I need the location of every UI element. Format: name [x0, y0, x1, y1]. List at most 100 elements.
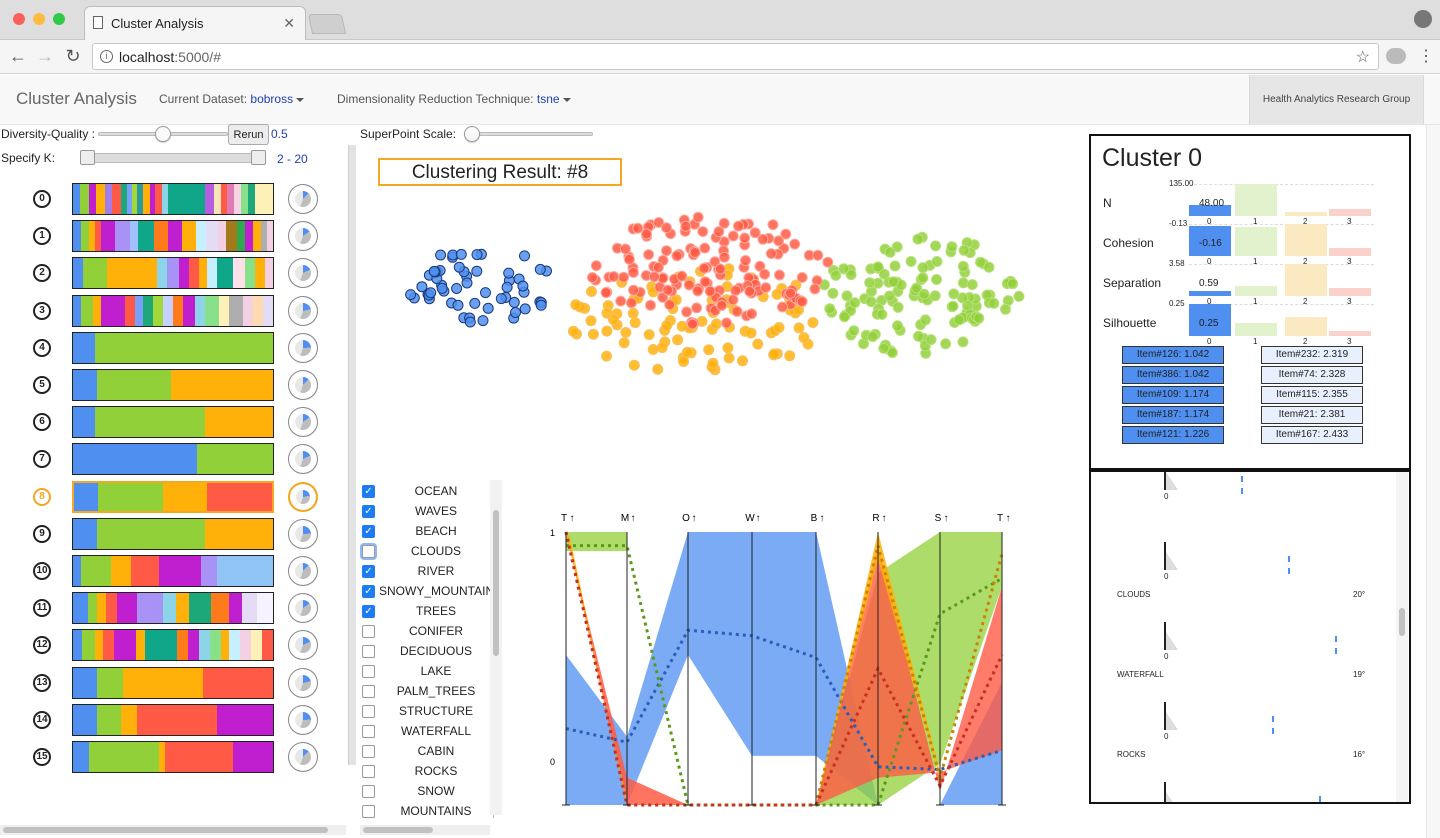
- sort-arrow-icon[interactable]: ↑: [570, 513, 575, 524]
- feature-checkbox[interactable]: [362, 764, 375, 778]
- metric-bar[interactable]: [1285, 316, 1327, 336]
- scatter-point[interactable]: [452, 299, 464, 311]
- scatter-point[interactable]: [692, 285, 704, 297]
- result-index-label[interactable]: 5: [33, 376, 51, 394]
- scatter-point[interactable]: [501, 281, 513, 293]
- sort-arrow-icon[interactable]: ↑: [692, 513, 697, 524]
- scatter-point[interactable]: [789, 238, 801, 250]
- feature-row[interactable]: CABIN: [362, 741, 494, 761]
- scatter-point[interactable]: [809, 283, 821, 295]
- scatter-point[interactable]: [676, 320, 688, 332]
- scatter-point[interactable]: [905, 256, 917, 267]
- scatter-point[interactable]: [692, 211, 704, 223]
- feature-list-scrollbar[interactable]: [490, 480, 502, 815]
- feature-row[interactable]: DECIDUOUS: [362, 641, 494, 661]
- scatter-point[interactable]: [428, 265, 440, 277]
- farthest-item-button[interactable]: Item#21: 2.381: [1261, 406, 1363, 424]
- scatter-point[interactable]: [620, 327, 632, 338]
- maximize-window-icon[interactable]: [53, 13, 65, 25]
- scatter-point[interactable]: [988, 297, 1000, 309]
- scatter-point[interactable]: [917, 272, 929, 284]
- scatter-point[interactable]: [784, 350, 796, 362]
- scatter-point[interactable]: [482, 302, 494, 314]
- feature-checkbox[interactable]: [362, 684, 375, 698]
- scatter-point[interactable]: [953, 314, 965, 326]
- diversity-glyph-icon[interactable]: [288, 704, 318, 735]
- farthest-item-button[interactable]: Item#74: 2.328: [1261, 366, 1363, 384]
- scatter-point[interactable]: [867, 331, 879, 343]
- metric-bar[interactable]: [1235, 286, 1277, 296]
- diversity-glyph-icon[interactable]: [288, 370, 318, 400]
- scatter-point[interactable]: [508, 296, 520, 308]
- diversity-glyph-icon[interactable]: [288, 556, 318, 586]
- metric-bar[interactable]: [1285, 264, 1327, 296]
- scatter-point[interactable]: [918, 288, 930, 300]
- scatter-point[interactable]: [957, 277, 969, 289]
- result-index-label[interactable]: 11: [33, 599, 51, 618]
- results-scrollbar[interactable]: [348, 145, 356, 765]
- scatter-point[interactable]: [752, 338, 764, 350]
- bookmark-star-icon[interactable]: ☆: [1356, 47, 1370, 67]
- research-group-button[interactable]: Health Analytics Research Group: [1249, 75, 1424, 125]
- result-composition-bar[interactable]: [72, 741, 274, 773]
- scatter-point[interactable]: [796, 272, 808, 283]
- scatter-point[interactable]: [464, 316, 476, 328]
- scatter-point[interactable]: [699, 276, 711, 288]
- scatter-point[interactable]: [827, 287, 839, 299]
- scatter-point[interactable]: [643, 329, 655, 341]
- scatter-point[interactable]: [618, 337, 630, 349]
- scatter-point[interactable]: [601, 325, 613, 337]
- extension-icon[interactable]: [1386, 48, 1406, 64]
- scatter-point[interactable]: [623, 253, 635, 265]
- result-index-label[interactable]: 12: [33, 636, 51, 655]
- pcp-axis-label[interactable]: R: [872, 513, 879, 524]
- result-composition-bar[interactable]: [72, 220, 274, 253]
- result-composition-bar[interactable]: [72, 331, 274, 364]
- feature-checkbox[interactable]: [362, 624, 375, 638]
- feature-checkbox[interactable]: [362, 744, 375, 758]
- diversity-glyph-icon[interactable]: [288, 742, 318, 772]
- result-composition-bar[interactable]: [72, 592, 274, 625]
- scatter-point[interactable]: [471, 265, 483, 277]
- scatter-point[interactable]: [461, 277, 473, 289]
- feature-checkbox[interactable]: [362, 644, 375, 658]
- scatter-point[interactable]: [535, 299, 547, 311]
- scatter-point[interactable]: [744, 285, 756, 297]
- result-index-label[interactable]: 15: [33, 748, 51, 766]
- pcp-axis-label[interactable]: T: [561, 513, 567, 524]
- diversity-glyph-icon[interactable]: [288, 295, 318, 326]
- browser-menu-icon[interactable]: ⋮: [1418, 46, 1434, 66]
- scatter-point[interactable]: [689, 247, 701, 258]
- scatter-point[interactable]: [608, 271, 620, 282]
- feature-row[interactable]: ROCKS: [362, 761, 494, 781]
- scatter-point[interactable]: [627, 307, 639, 319]
- scatter-point[interactable]: [425, 287, 437, 299]
- farthest-item-button[interactable]: Item#115: 2.355: [1261, 386, 1363, 404]
- k-range-slider[interactable]: [82, 153, 266, 163]
- diversity-glyph-icon[interactable]: [288, 667, 318, 698]
- scatter-point[interactable]: [691, 302, 703, 314]
- scatter-point[interactable]: [1013, 290, 1025, 302]
- result-composition-bar[interactable]: [72, 406, 274, 439]
- close-window-icon[interactable]: [13, 13, 25, 25]
- scatter-point[interactable]: [849, 297, 861, 309]
- browser-tab[interactable]: Cluster Analysis ✕: [84, 6, 306, 40]
- new-tab-button[interactable]: [307, 14, 347, 34]
- result-index-label[interactable]: 7: [33, 450, 51, 469]
- feature-row[interactable]: LAKE: [362, 661, 494, 681]
- scatter-point[interactable]: [733, 220, 744, 232]
- feature-hscroll[interactable]: [360, 825, 490, 835]
- scatter-point[interactable]: [917, 262, 929, 274]
- scatter-point[interactable]: [888, 276, 899, 288]
- scatter-point[interactable]: [713, 226, 725, 238]
- scatter-point[interactable]: [686, 318, 698, 330]
- feature-row[interactable]: CLOUDS: [362, 541, 494, 561]
- scatter-point[interactable]: [672, 334, 684, 346]
- scatter-point[interactable]: [585, 315, 597, 327]
- scatter-point[interactable]: [703, 344, 715, 356]
- result-composition-bar[interactable]: [72, 517, 274, 550]
- scatter-point[interactable]: [601, 350, 613, 362]
- scatter-point[interactable]: [661, 245, 672, 257]
- scatter-point[interactable]: [718, 251, 730, 263]
- nearest-item-button[interactable]: Item#187: 1.174: [1122, 406, 1224, 424]
